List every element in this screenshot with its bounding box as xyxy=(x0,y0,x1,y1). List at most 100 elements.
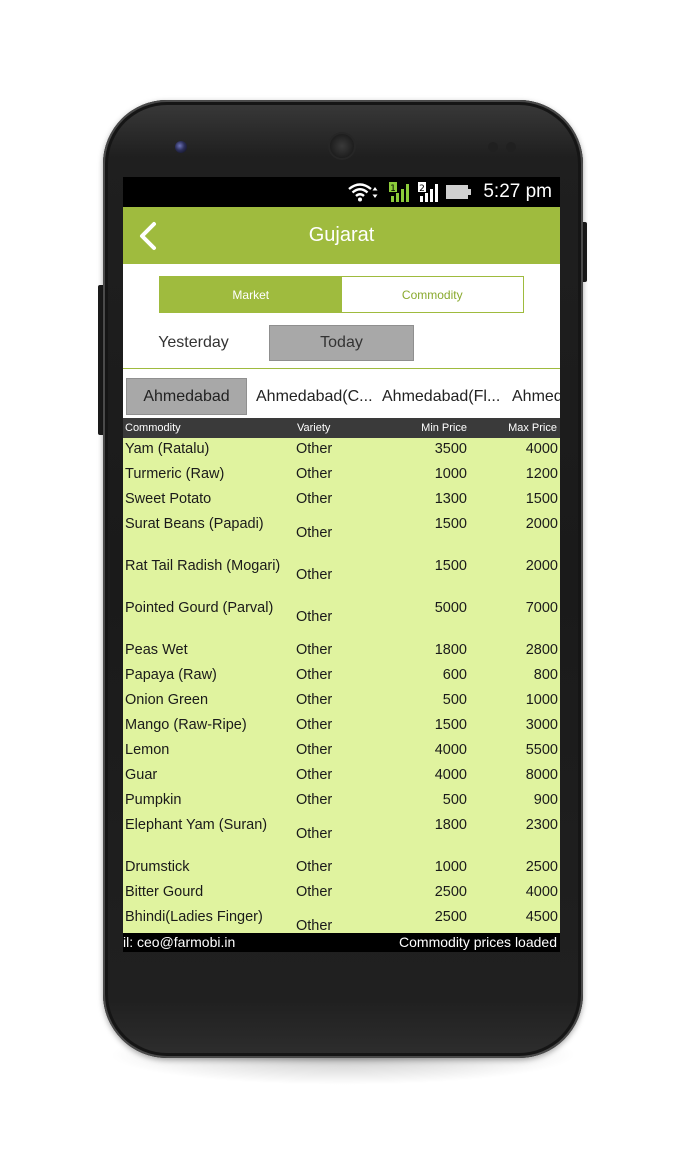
wifi-icon xyxy=(347,181,381,203)
max-price-cell: 2000 xyxy=(525,558,558,574)
variety-cell: Other xyxy=(296,826,333,842)
max-price-cell: 1000 xyxy=(525,692,558,708)
min-price-cell: 3500 xyxy=(434,441,467,457)
divider xyxy=(123,368,560,369)
proximity-sensor xyxy=(488,142,498,152)
table-row[interactable]: Mango (Raw-Ripe) Other 1500 3000 xyxy=(123,714,560,739)
min-price-cell: 1800 xyxy=(434,642,467,658)
status-bar: 1 2 5:27 pm xyxy=(123,177,560,207)
variety-cell: Other xyxy=(296,525,333,541)
variety-cell: Other xyxy=(296,717,333,733)
tab-market[interactable]: Market xyxy=(160,277,342,312)
table-row[interactable]: Lemon Other 4000 5500 xyxy=(123,739,560,764)
front-camera xyxy=(175,141,187,153)
table-row[interactable]: Bhindi(Ladies Finger) Other 2500 4500 xyxy=(123,906,560,933)
commodity-name: Yam (Ratalu) xyxy=(125,441,210,457)
table-row[interactable]: Drumstick Other 1000 2500 xyxy=(123,856,560,881)
table-header: Commodity Variety Min Price Max Price xyxy=(123,418,560,438)
min-price-cell: 5000 xyxy=(434,600,467,616)
day-toggle: Yesterday Today xyxy=(123,324,560,362)
variety-cell: Other xyxy=(296,609,333,625)
variety-cell: Other xyxy=(296,692,333,708)
app-bar: Gujarat xyxy=(123,207,560,264)
table-row[interactable]: Turmeric (Raw) Other 1000 1200 xyxy=(123,463,560,488)
commodity-name: Drumstick xyxy=(125,859,190,875)
table-row[interactable]: Onion Green Other 500 1000 xyxy=(123,689,560,714)
max-price-cell: 2300 xyxy=(525,817,558,833)
ticker-email-text: il: ceo@farmobi.in xyxy=(123,934,236,950)
app-screen: 1 2 5:27 pm Gujarat Market Commodity Yes… xyxy=(123,177,560,952)
variety-cell: Other xyxy=(296,767,333,783)
table-row[interactable]: Papaya (Raw) Other 600 800 xyxy=(123,664,560,689)
min-price-cell: 1800 xyxy=(434,817,467,833)
column-header-max-price: Max Price xyxy=(508,422,557,434)
variety-cell: Other xyxy=(296,859,333,875)
max-price-cell: 7000 xyxy=(525,600,558,616)
table-row[interactable]: Yam (Ratalu) Other 3500 4000 xyxy=(123,438,560,463)
market-tab-ahmed[interactable]: Ahmed xyxy=(512,378,560,415)
table-row[interactable]: Elephant Yam (Suran) Other 1800 2300 xyxy=(123,814,560,856)
market-tab-ahmedabad[interactable]: Ahmedabad xyxy=(126,378,247,415)
signal-sim1-icon: 1 xyxy=(388,181,410,203)
max-price-cell: 2500 xyxy=(525,859,558,875)
min-price-cell: 2500 xyxy=(434,909,467,925)
max-price-cell: 5500 xyxy=(525,742,558,758)
table-row[interactable]: Pointed Gourd (Parval) Other 5000 7000 xyxy=(123,597,560,639)
table-row[interactable]: Pumpkin Other 500 900 xyxy=(123,789,560,814)
market-tab-ahmedabad-fl[interactable]: Ahmedabad(Fl... xyxy=(382,378,500,415)
table-row[interactable]: Surat Beans (Papadi) Other 1500 2000 xyxy=(123,513,560,555)
earpiece-speaker xyxy=(330,134,354,158)
commodity-name: Lemon xyxy=(125,742,170,758)
max-price-cell: 8000 xyxy=(525,767,558,783)
variety-cell: Other xyxy=(296,466,333,482)
commodity-name: Guar xyxy=(125,767,158,783)
min-price-cell: 1300 xyxy=(434,491,467,507)
back-button[interactable] xyxy=(133,219,163,253)
status-time: 5:27 pm xyxy=(483,181,552,202)
commodity-name: Mango (Raw-Ripe) xyxy=(125,717,247,733)
table-row[interactable]: Sweet Potato Other 1300 1500 xyxy=(123,488,560,513)
min-price-cell: 4000 xyxy=(434,767,467,783)
max-price-cell: 4500 xyxy=(525,909,558,925)
signal-sim2-icon: 2 xyxy=(417,181,439,203)
commodity-name: Turmeric (Raw) xyxy=(125,466,225,482)
max-price-cell: 1500 xyxy=(525,491,558,507)
max-price-cell: 1200 xyxy=(525,466,558,482)
commodity-name: Bhindi(Ladies Finger) xyxy=(125,909,263,925)
variety-cell: Other xyxy=(296,792,333,808)
variety-cell: Other xyxy=(296,491,333,507)
commodity-name: Rat Tail Radish (Mogari) xyxy=(125,558,281,574)
max-price-cell: 800 xyxy=(533,667,558,683)
column-header-commodity: Commodity xyxy=(125,422,181,434)
table-row[interactable]: Bitter Gourd Other 2500 4000 xyxy=(123,881,560,906)
battery-icon xyxy=(446,184,472,200)
variety-cell: Other xyxy=(296,742,333,758)
sim2-label: 2 xyxy=(419,184,425,194)
column-header-variety: Variety xyxy=(297,422,331,434)
market-tabs: Ahmedabad Ahmedabad(C... Ahmedabad(Fl...… xyxy=(123,376,560,417)
tab-commodity[interactable]: Commodity xyxy=(341,277,523,312)
max-price-cell: 2800 xyxy=(525,642,558,658)
commodity-name: Peas Wet xyxy=(125,642,188,658)
variety-cell: Other xyxy=(296,667,333,683)
commodity-name: Pointed Gourd (Parval) xyxy=(125,600,274,616)
table-row[interactable]: Peas Wet Other 1800 2800 xyxy=(123,639,560,664)
commodity-name: Elephant Yam (Suran) xyxy=(125,817,268,833)
commodity-name: Pumpkin xyxy=(125,792,182,808)
commodity-name: Bitter Gourd xyxy=(125,884,204,900)
min-price-cell: 1500 xyxy=(434,717,467,733)
table-row[interactable]: Rat Tail Radish (Mogari) Other 1500 2000 xyxy=(123,555,560,597)
max-price-cell: 3000 xyxy=(525,717,558,733)
table-row[interactable]: Guar Other 4000 8000 xyxy=(123,764,560,789)
min-price-cell: 4000 xyxy=(434,742,467,758)
today-button[interactable]: Today xyxy=(269,325,414,361)
ticker-status-text: Commodity prices loaded xyxy=(399,934,557,950)
min-price-cell: 500 xyxy=(442,692,467,708)
min-price-cell: 500 xyxy=(442,792,467,808)
min-price-cell: 1500 xyxy=(434,516,467,532)
market-tab-ahmedabad-c[interactable]: Ahmedabad(C... xyxy=(256,378,373,415)
variety-cell: Other xyxy=(296,642,333,658)
max-price-cell: 2000 xyxy=(525,516,558,532)
yesterday-button[interactable]: Yesterday xyxy=(123,324,264,362)
column-header-min-price: Min Price xyxy=(421,422,467,434)
